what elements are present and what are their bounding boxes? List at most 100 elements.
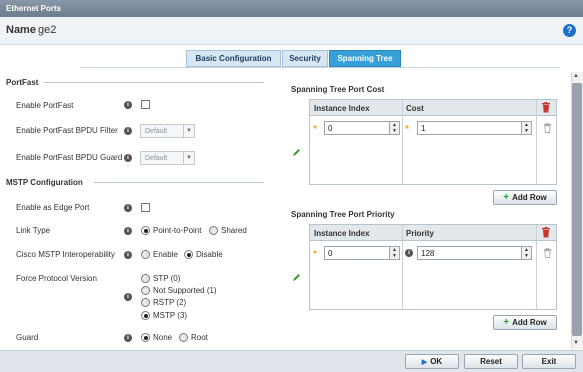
- tab-spanning-tree[interactable]: Spanning Tree: [329, 50, 401, 67]
- required-star-icon: *: [405, 124, 409, 135]
- info-icon: i: [124, 154, 132, 162]
- info-icon: i: [124, 334, 132, 342]
- port-priority-title: Spanning Tree Port Priority: [291, 210, 395, 219]
- bpdu-guard-select[interactable]: Default ▼: [140, 151, 195, 165]
- guard-root-label: Root: [191, 333, 208, 342]
- port-cost-title: Spanning Tree Port Cost: [291, 85, 385, 94]
- force-protocol-stp-label: STP (0): [153, 274, 181, 283]
- chevron-down-icon: ▼: [183, 125, 194, 137]
- plus-icon: +: [503, 192, 510, 203]
- column-divider: [402, 100, 403, 184]
- window-title: Ethernet Ports: [0, 0, 583, 17]
- port-cost-instance-spinner[interactable]: 0 ▲ ▼: [324, 121, 400, 135]
- port-cost-col-instance: Instance Index: [310, 100, 402, 116]
- port-cost-instance-value: 0: [328, 124, 333, 133]
- column-divider: [536, 225, 537, 309]
- port-priority-add-row-button[interactable]: + Add Row: [493, 315, 557, 330]
- enable-portfast-label: Enable PortFast: [16, 101, 74, 110]
- info-icon: i: [124, 127, 132, 135]
- tab-security[interactable]: Security: [282, 50, 328, 67]
- portfast-divider: [44, 82, 264, 83]
- spinner-down-icon[interactable]: ▼: [521, 128, 531, 134]
- spinner-down-icon[interactable]: ▼: [389, 128, 399, 134]
- port-priority-col-priority: Priority: [402, 225, 536, 241]
- force-protocol-not-supported-radio[interactable]: [141, 286, 150, 295]
- bpdu-filter-value: Default: [145, 128, 168, 135]
- name-label: Name: [6, 24, 36, 36]
- force-protocol-not-supported-label: Not Supported (1): [153, 286, 217, 295]
- reset-button[interactable]: Reset: [464, 354, 518, 369]
- chevron-down-icon: ▼: [183, 152, 194, 164]
- portfast-section-title: PortFast: [6, 78, 39, 87]
- force-protocol-label: Force Protocol Version: [16, 274, 97, 283]
- exit-button[interactable]: Exit: [522, 354, 576, 369]
- play-icon: ▶: [421, 359, 428, 366]
- name-bar: [0, 17, 583, 45]
- cisco-disable-radio[interactable]: [184, 250, 193, 259]
- bpdu-filter-label: Enable PortFast BPDU Filter: [16, 126, 118, 135]
- required-star-icon: *: [313, 124, 317, 135]
- spinner-down-icon[interactable]: ▼: [389, 253, 399, 259]
- row-trash-icon[interactable]: [543, 248, 552, 258]
- edge-port-label: Enable as Edge Port: [16, 203, 90, 212]
- info-icon: i: [124, 101, 132, 109]
- port-priority-value: 128: [421, 249, 435, 258]
- link-type-shared-radio[interactable]: [209, 226, 218, 235]
- scroll-down-icon[interactable]: ▼: [573, 340, 579, 346]
- info-icon: i: [124, 293, 132, 301]
- scroll-up-icon[interactable]: ▲: [573, 73, 579, 79]
- info-icon: i: [124, 204, 132, 212]
- edge-port-checkbox[interactable]: [141, 203, 150, 212]
- info-icon: i: [124, 251, 132, 259]
- edit-pencil-icon[interactable]: [292, 148, 301, 157]
- guard-label: Guard: [16, 333, 39, 342]
- enable-portfast-checkbox[interactable]: [141, 100, 150, 109]
- port-priority-table: Instance Index Priority: [309, 224, 557, 310]
- row-trash-icon[interactable]: [543, 123, 552, 133]
- column-divider: [536, 100, 537, 184]
- port-cost-table: Instance Index Cost: [309, 99, 557, 185]
- cisco-enable-radio[interactable]: [141, 250, 150, 259]
- bpdu-guard-label: Enable PortFast BPDU Guard: [16, 153, 123, 162]
- force-protocol-mstp-radio[interactable]: [141, 311, 150, 320]
- info-icon: i: [124, 227, 132, 235]
- link-type-point-to-point-radio[interactable]: [141, 226, 150, 235]
- link-type-shared-label: Shared: [221, 226, 247, 235]
- spinner-down-icon[interactable]: ▼: [521, 253, 531, 259]
- edit-pencil-icon[interactable]: [292, 273, 301, 282]
- bpdu-filter-select[interactable]: Default ▼: [140, 124, 195, 138]
- delete-all-trash-icon[interactable]: [541, 227, 551, 238]
- mstp-divider: [94, 182, 264, 183]
- port-cost-col-cost: Cost: [402, 100, 536, 116]
- tab-basic-configuration[interactable]: Basic Configuration: [186, 50, 281, 67]
- port-priority-instance-spinner[interactable]: 0 ▲ ▼: [324, 246, 400, 260]
- add-row-label: Add Row: [512, 318, 547, 327]
- port-cost-add-row-button[interactable]: + Add Row: [493, 190, 557, 205]
- port-priority-instance-value: 0: [328, 249, 333, 258]
- force-protocol-stp-radio[interactable]: [141, 274, 150, 283]
- add-row-label: Add Row: [512, 193, 547, 202]
- port-priority-col-instance: Instance Index: [310, 225, 402, 241]
- guard-root-radio[interactable]: [179, 333, 188, 342]
- ok-label: OK: [430, 357, 443, 366]
- required-star-icon: *: [313, 249, 317, 260]
- name-value: ge2: [38, 24, 57, 36]
- tabs-divider: [80, 67, 560, 68]
- guard-none-radio[interactable]: [141, 333, 150, 342]
- guard-none-label: None: [153, 333, 173, 342]
- cisco-mstp-label: Cisco MSTP Interoperability: [16, 250, 115, 259]
- help-icon[interactable]: ?: [563, 24, 576, 37]
- force-protocol-rstp-label: RSTP (2): [153, 298, 187, 307]
- cisco-disable-label: Disable: [196, 250, 223, 259]
- plus-icon: +: [503, 317, 510, 328]
- ok-button[interactable]: ▶ OK: [405, 354, 459, 369]
- scrollbar-thumb[interactable]: [572, 83, 582, 336]
- force-protocol-rstp-radio[interactable]: [141, 298, 150, 307]
- delete-all-trash-icon[interactable]: [541, 102, 551, 113]
- cisco-enable-label: Enable: [153, 250, 178, 259]
- port-priority-value-spinner[interactable]: 128 ▲ ▼: [417, 246, 532, 260]
- link-type-point-to-point-label: Point-to-Point: [153, 226, 202, 235]
- port-cost-value-spinner[interactable]: 1 ▲ ▼: [417, 121, 532, 135]
- link-type-label: Link Type: [16, 226, 51, 235]
- column-divider: [402, 225, 403, 309]
